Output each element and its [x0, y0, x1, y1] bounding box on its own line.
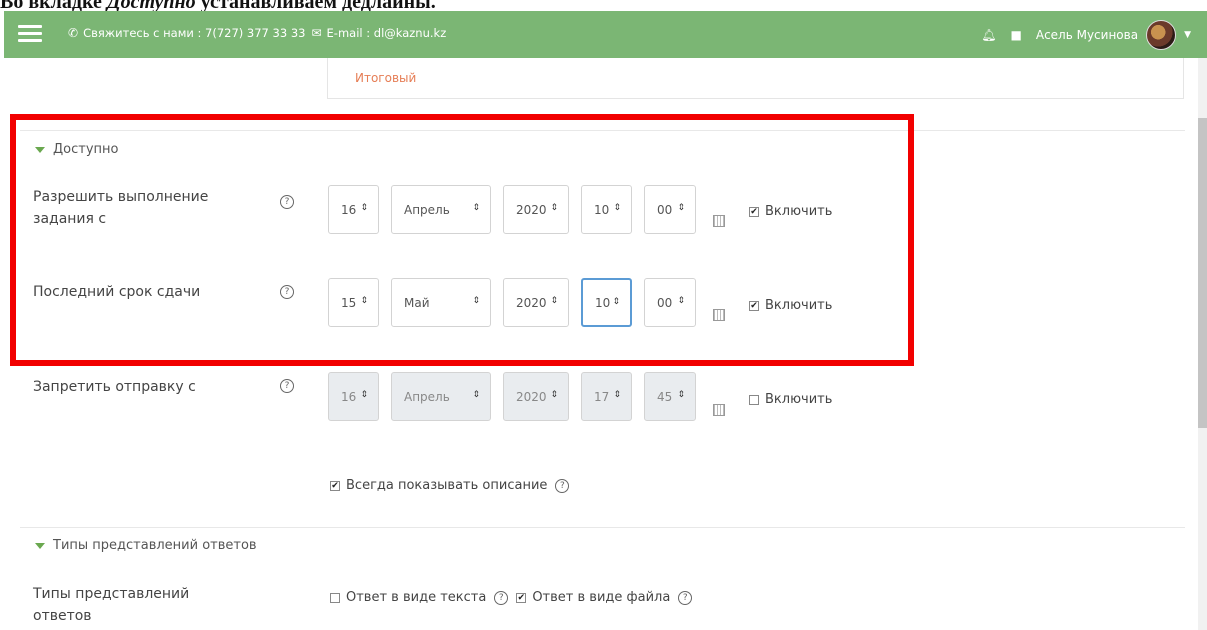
online-text-option[interactable]: Ответ в виде текста: [346, 590, 486, 605]
top-navbar: ✆ Свяжитесь с нами : 7(727) 377 33 33 ✉ …: [4, 11, 1207, 58]
section-types-title: Типы представлений ответов: [53, 538, 257, 553]
sort-arrows-icon: ⇕: [472, 390, 480, 400]
bell-icon[interactable]: 🔔︎: [981, 28, 996, 42]
sort-arrows-icon: ⇕: [360, 390, 368, 400]
grade-category-box: Итоговый: [327, 58, 1184, 99]
user-name[interactable]: Асель Мусинова: [1036, 28, 1138, 42]
divider: [20, 527, 1185, 528]
mail-icon: ✉: [311, 26, 322, 40]
sort-arrows-icon: ⇕: [550, 390, 558, 400]
scrollbar[interactable]: [1198, 58, 1207, 630]
file-submission-option[interactable]: Ответ в виде файла: [532, 590, 670, 605]
help-icon[interactable]: ?: [555, 478, 570, 493]
avatar[interactable]: [1146, 19, 1177, 50]
day-select: 16 ⇕: [328, 372, 379, 421]
year-select: 2020 ⇕: [503, 372, 569, 421]
scrollbar-thumb[interactable]: [1198, 118, 1207, 428]
checkbox-checked-icon: ✔: [330, 480, 340, 491]
help-icon[interactable]: ?: [494, 590, 509, 605]
help-icon[interactable]: ?: [678, 590, 693, 605]
checkbox-empty-icon: [749, 394, 759, 405]
nav-contact: ✆ Свяжитесь с нами : 7(727) 377 33 33 ✉ …: [68, 26, 446, 40]
help-icon[interactable]: ?: [280, 379, 294, 393]
contact-email[interactable]: E-mail : dl@kaznu.kz: [327, 26, 447, 40]
checkbox-checked-icon[interactable]: ✔: [516, 592, 527, 603]
section-submission-types-header[interactable]: Типы представлений ответов: [35, 538, 257, 553]
minute-select: 45 ⇕: [644, 372, 696, 421]
checkbox-empty-icon[interactable]: [330, 592, 340, 603]
month-select: Апрель ⇕: [391, 372, 491, 421]
submission-types-options: Ответ в виде текста? ✔ Ответ в виде файла…: [330, 590, 693, 605]
row-label-submission-types: Типы представлений ответов: [33, 586, 190, 624]
sort-arrows-icon: ⇕: [613, 390, 621, 400]
row-label-cutoff: Запретить отправку с: [33, 379, 196, 395]
nav-user-area: 🔔︎ ■ Асель Мусинова ▼: [981, 19, 1191, 50]
menu-icon[interactable]: [18, 25, 42, 43]
always-show-description-checkbox[interactable]: ✔ Всегда показывать описание?: [330, 478, 570, 493]
contact-phone: Свяжитесь с нами : 7(727) 377 33 33: [83, 26, 306, 40]
phone-icon: ✆: [68, 26, 79, 40]
enable-checkbox[interactable]: Включить: [749, 392, 832, 407]
sort-arrows-icon: ⇕: [677, 390, 685, 400]
calendar-icon[interactable]: [713, 404, 725, 416]
hour-select: 17 ⇕: [581, 372, 632, 421]
expand-triangle-icon: [35, 542, 45, 549]
highlight-frame: [10, 114, 914, 366]
grade-category-item[interactable]: Итоговый: [355, 71, 416, 85]
chat-icon[interactable]: ■: [1011, 28, 1022, 42]
chevron-down-icon[interactable]: ▼: [1184, 30, 1191, 40]
